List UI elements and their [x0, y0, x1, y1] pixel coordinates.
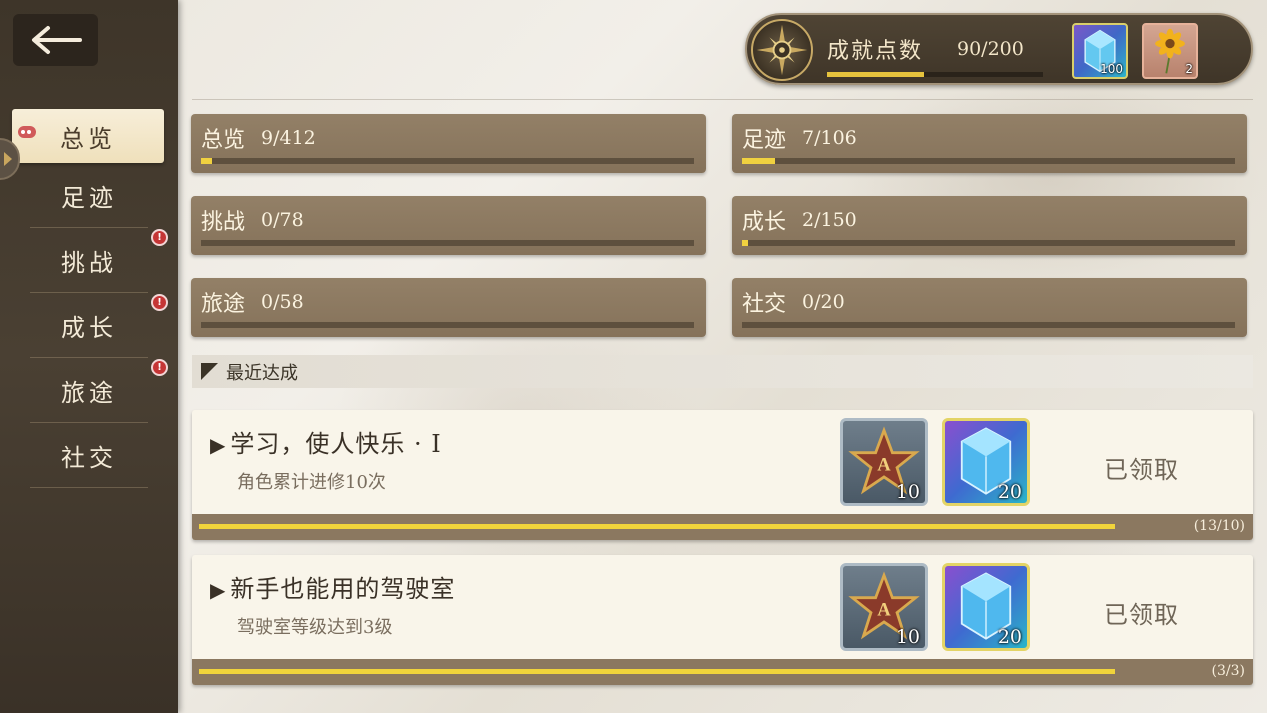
achievement-progress-text: (13/10) [1193, 518, 1245, 534]
sidebar-nav: 总览 足迹 挑战 ! 成长 ! 旅途 ! 社交 [0, 104, 178, 488]
sidebar-item-overview[interactable]: 总览 [12, 109, 164, 163]
compass-medal-icon [751, 19, 813, 81]
achievement-progress-band: (13/10) [192, 514, 1253, 540]
category-name: 旅途 [201, 292, 246, 317]
alert-badge-icon: ! [151, 359, 168, 376]
category-name: 足迹 [742, 128, 787, 153]
achievement-card[interactable]: ▶ 学习，使人快乐 · Ⅰ 角色累计进修10次 A 10 20 已领取 (13/1… [192, 410, 1253, 540]
recent-section-header: 最近达成 [192, 355, 1253, 388]
achievement-title-text: 新手也能用的驾驶室 [230, 575, 456, 603]
category-name: 总览 [201, 128, 246, 153]
category-progress-fill [201, 158, 212, 164]
active-indicator-icon [18, 126, 36, 138]
play-triangle-icon: ▶ [210, 433, 227, 457]
alert-badge-icon: ! [151, 229, 168, 246]
sidebar-item-challenge[interactable]: 挑战 ! [0, 228, 178, 293]
achievement-progress-text: (3/3) [1211, 663, 1245, 679]
sidebar-item-label: 成长 [61, 314, 117, 342]
a-rank-star-icon[interactable]: A 10 [840, 563, 928, 651]
reward-count: 2 [1185, 62, 1193, 76]
category-count: 0/78 [261, 209, 304, 231]
category-card-journey[interactable]: 旅途 0/58 [191, 278, 706, 337]
sidebar-item-label: 旅途 [61, 379, 117, 407]
sidebar-item-journey[interactable]: 旅途 ! [0, 358, 178, 423]
category-card-challenge[interactable]: 挑战 0/78 [191, 196, 706, 255]
points-value: 90/200 [957, 38, 1024, 60]
sidebar-item-growth[interactable]: 成长 ! [0, 293, 178, 358]
recent-section-title: 最近达成 [226, 362, 298, 384]
back-button[interactable] [13, 14, 98, 66]
reward-count: 10 [895, 481, 920, 503]
category-progress-fill [742, 158, 775, 164]
points-progress-bar [827, 72, 1043, 77]
achievement-title: ▶ 学习，使人快乐 · Ⅰ [210, 424, 442, 459]
category-card-social[interactable]: 社交 0/20 [732, 278, 1247, 337]
category-name: 挑战 [201, 210, 246, 235]
achievement-progress-bar [199, 524, 1115, 529]
category-progress-bar [742, 240, 1235, 246]
achievement-title-text: 学习，使人快乐 · Ⅰ [230, 430, 442, 458]
sidebar-item-label: 挑战 [61, 249, 117, 277]
points-label: 成就点数 [827, 39, 924, 64]
category-count: 0/20 [802, 291, 845, 313]
blue-crystal-icon[interactable]: 20 [942, 563, 1030, 651]
category-count: 7/106 [802, 127, 857, 149]
category-name: 社交 [742, 292, 787, 317]
reward-count: 20 [997, 626, 1022, 648]
category-card-overview[interactable]: 总览 9/412 [191, 114, 706, 173]
play-triangle-icon: ▶ [210, 578, 227, 602]
blue-crystal-icon[interactable]: 20 [942, 418, 1030, 506]
category-progress-bar [201, 158, 694, 164]
svg-text:A: A [877, 599, 891, 620]
sidebar: 总览 足迹 挑战 ! 成长 ! 旅途 ! 社交 [0, 0, 178, 713]
divider [30, 487, 148, 488]
corner-flag-icon [201, 363, 218, 380]
claimed-status: 已领取 [1104, 456, 1179, 484]
achievement-points-bar: 成就点数 90/200 100 2 [745, 13, 1253, 85]
achievement-card[interactable]: ▶ 新手也能用的驾驶室 驾驶室等级达到3级 A 10 20 已领取 (3/3) [192, 555, 1253, 685]
achievement-title: ▶ 新手也能用的驾驶室 [210, 569, 455, 604]
category-card-footprints[interactable]: 足迹 7/106 [732, 114, 1247, 173]
sunflower-icon[interactable]: 2 [1142, 23, 1198, 79]
blue-crystal-icon[interactable]: 100 [1072, 23, 1128, 79]
sidebar-item-footprints[interactable]: 足迹 [0, 163, 178, 228]
svg-text:A: A [877, 454, 891, 475]
achievement-description: 驾驶室等级达到3级 [237, 617, 393, 638]
header-divider [192, 99, 1253, 100]
category-progress-fill [742, 240, 749, 246]
back-arrow-icon [31, 26, 82, 54]
achievement-description: 角色累计进修10次 [237, 472, 386, 493]
category-count: 0/58 [261, 291, 304, 313]
sidebar-item-label: 社交 [61, 444, 117, 472]
category-progress-bar [742, 158, 1235, 164]
achievement-progress-band: (3/3) [192, 659, 1253, 685]
category-count: 9/412 [261, 127, 316, 149]
reward-count: 20 [997, 481, 1022, 503]
sidebar-item-label: 总览 [60, 124, 116, 153]
sidebar-item-social[interactable]: 社交 [0, 423, 178, 488]
category-progress-bar [201, 322, 694, 328]
a-rank-star-icon[interactable]: A 10 [840, 418, 928, 506]
achievement-progress-bar [199, 669, 1115, 674]
alert-badge-icon: ! [151, 294, 168, 311]
claimed-status: 已领取 [1104, 601, 1179, 629]
category-progress-bar [201, 240, 694, 246]
category-count: 2/150 [802, 209, 857, 231]
achievement-progress-fill [199, 524, 1115, 529]
category-name: 成长 [742, 210, 787, 235]
sidebar-item-label: 足迹 [61, 184, 117, 212]
achievement-progress-fill [199, 669, 1115, 674]
reward-count: 100 [1100, 62, 1123, 76]
reward-count: 10 [895, 626, 920, 648]
category-progress-bar [742, 322, 1235, 328]
points-progress-fill [827, 72, 925, 77]
category-card-growth[interactable]: 成长 2/150 [732, 196, 1247, 255]
